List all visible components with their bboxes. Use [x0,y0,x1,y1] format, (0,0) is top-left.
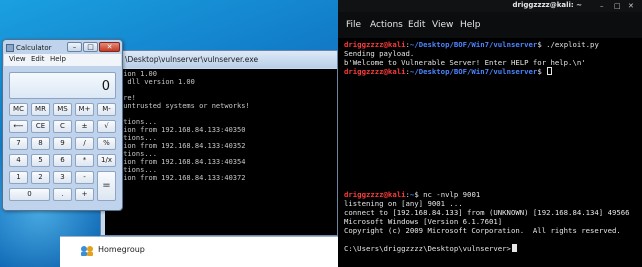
key-plus-minus[interactable]: ± [75,120,94,133]
output-line: connect to [192.168.84.133] from (UNKNOW… [344,208,630,217]
key-0[interactable]: 0 [9,188,50,201]
output-line: Copyright (c) 2009 Microsoft Corporation… [344,226,621,235]
key-mr[interactable]: MR [31,103,50,116]
key-m-plus[interactable]: M+ [75,103,94,116]
terminal-maximize-icon[interactable]: □ [614,2,621,10]
key-divide[interactable]: / [75,137,94,150]
key-reciprocal[interactable]: 1/x [97,154,116,167]
prompt-user: driggzzzz@kali [344,67,406,76]
kali-terminal-window[interactable]: driggzzzz@kali: ~ – □ ✕ File Actions Edi… [338,0,642,267]
console-line: tion from 192.168.84.133:40372 [119,174,246,182]
key-c[interactable]: C [53,120,72,133]
key-mc[interactable]: MC [9,103,28,116]
key-sqrt[interactable]: √ [97,120,116,133]
console-line: n dll version 1.00 [119,78,195,86]
cursor-icon [547,67,553,75]
key-m-minus[interactable]: M- [97,103,116,116]
key-3[interactable]: 3 [53,171,72,184]
command-text: nc -nvlp 9001 [423,190,481,199]
menu-view[interactable]: View [432,20,453,30]
console-line: untrusted systems or networks! [119,102,250,110]
key-4[interactable]: 4 [9,154,28,167]
vulnserver-console-window[interactable]: \Desktop\vulnserver\vulnserver.exe tion … [100,50,338,236]
output-line: b'Welcome to Vulnerable Server! Enter HE… [344,58,586,67]
key-percent[interactable]: % [97,137,116,150]
key-decimal[interactable]: . [53,188,72,201]
calculator-window[interactable]: Calculator – □ ✕ View Edit Help 0 MC MR … [2,39,123,211]
close-button[interactable]: ✕ [99,42,120,52]
minimize-button[interactable]: – [67,42,82,52]
key-ms[interactable]: MS [53,103,72,116]
cursor-icon [511,244,517,252]
console-title: \Desktop\vulnserver\vulnserver.exe [125,55,259,64]
terminal-close-icon[interactable]: ✕ [628,2,634,10]
prompt-path: ~ [409,190,415,199]
key-multiply[interactable]: * [75,154,94,167]
prompt-line: driggzzzz@kali:~$ nc -nvlp 9001 [344,190,481,199]
output-line: listening on [any] 9001 ... [344,199,463,208]
prompt-user: driggzzzz@kali [344,40,406,49]
console-output: tion 1.00 n dll version 1.00 are! untrus… [105,69,337,235]
console-line: tion from 192.168.84.133:40354 [119,158,246,166]
key-2[interactable]: 2 [31,171,50,184]
homegroup-nav-item[interactable]: Homegroup [98,245,145,254]
output-line: Microsoft Windows [Version 6.1.7601] [344,217,503,226]
key-6[interactable]: 6 [53,154,72,167]
terminal-title: driggzzzz@kali: ~ [512,1,582,9]
terminal-minimize-icon[interactable]: – [600,2,604,10]
command-text: ./exploit.py [546,40,599,49]
menu-view[interactable]: View [9,55,26,63]
console-titlebar[interactable]: \Desktop\vulnserver\vulnserver.exe [101,51,337,68]
calculator-display: 0 [9,72,116,99]
menu-help[interactable]: Help [460,20,481,30]
menu-edit[interactable]: Edit [31,55,45,63]
maximize-button[interactable]: □ [83,42,98,52]
console-line: ctions... [119,166,157,174]
explorer-window: Homegroup [60,236,338,267]
console-line: ctions... [119,134,157,142]
prompt-line: driggzzzz@kali:~/Desktop/BOF/Win7/vulnse… [344,67,553,76]
homegroup-icon [81,246,93,256]
key-9[interactable]: 9 [53,137,72,150]
key-ce[interactable]: CE [31,120,50,133]
terminal-menubar: File Actions Edit View Help [338,12,642,38]
prompt-line: driggzzzz@kali:~/Desktop/BOF/Win7/vulnse… [344,40,599,49]
prompt-path: ~/Desktop/BOF/Win7/vulnserver [409,67,538,76]
calculator-app-icon [6,44,14,52]
prompt-path: ~/Desktop/BOF/Win7/vulnserver [409,40,538,49]
menu-edit[interactable]: Edit [408,20,425,30]
key-equals[interactable]: = [97,171,116,201]
key-5[interactable]: 5 [31,154,50,167]
menu-help[interactable]: Help [50,55,66,63]
windows-prompt: C:\Users\driggzzzz\Desktop\vulnserver> [344,244,511,253]
menu-file[interactable]: File [346,20,361,30]
console-line: tion from 192.168.84.133:40350 [119,126,246,134]
console-line: ctions... [119,150,157,158]
prompt-user: driggzzzz@kali [344,190,406,199]
key-add[interactable]: + [75,188,94,201]
windows-prompt-line: C:\Users\driggzzzz\Desktop\vulnserver> [344,244,517,253]
calculator-menubar: View Edit Help [4,54,121,66]
console-line: tion 1.00 [119,70,157,78]
key-backspace[interactable]: ⟵ [9,120,28,133]
output-line: Sending payload. [344,49,415,58]
console-line: tion from 192.168.84.133:40352 [119,142,246,150]
console-line: ctions... [119,118,157,126]
display-value: 0 [101,79,110,94]
terminal-titlebar[interactable]: driggzzzz@kali: ~ – □ ✕ [338,0,642,12]
calculator-title: Calculator [16,44,52,52]
key-7[interactable]: 7 [9,137,28,150]
key-8[interactable]: 8 [31,137,50,150]
menu-actions[interactable]: Actions [370,20,403,30]
key-subtract[interactable]: - [75,171,94,184]
key-1[interactable]: 1 [9,171,28,184]
